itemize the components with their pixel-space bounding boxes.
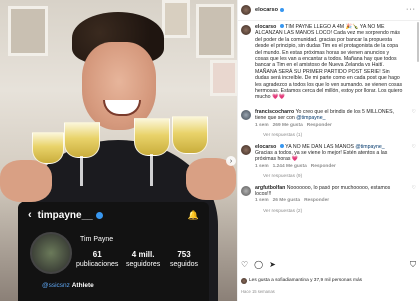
verified-icon	[279, 143, 284, 148]
left-hand	[0, 160, 52, 202]
comment: elocarso YA NO ME DAN LAS MANOS @timpayn…	[237, 142, 420, 173]
author-avatar[interactable]	[241, 5, 251, 15]
comment: franciscocharro Yo creo que el brindis d…	[237, 107, 420, 131]
comment-username[interactable]: argfutbolfan	[255, 185, 285, 191]
verified-icon	[280, 8, 285, 12]
comment: argfutbolfan Nooooooo, lo pasó por mucho…	[237, 183, 420, 207]
profile-card-avatar	[30, 232, 72, 274]
post-side-panel: elocarso ··· elocarso TIM PAYNE LLEGO A …	[237, 0, 420, 301]
comment-username[interactable]: franciscocharro	[255, 109, 294, 115]
comment-text: Gracias a todos, ya se viene lo mejor! E…	[255, 149, 388, 163]
profile-card-bio: @ssicsnz Athlete	[42, 282, 94, 289]
likes-summary[interactable]: Les gusta a sofiadiamantina y 37,9 mil p…	[241, 278, 362, 285]
comment-text: YA NO ME DAN LAS MANOS	[285, 143, 354, 150]
more-icon[interactable]: ···	[406, 6, 416, 13]
heart-icon[interactable]: ♡	[241, 260, 248, 269]
action-bar: ♡ ◯ ➤ ⛉	[241, 260, 416, 269]
view-replies-button[interactable]: Ver respuestas (1)	[263, 133, 420, 139]
bookmark-icon[interactable]: ⛉	[410, 260, 416, 269]
profile-stat: 61 publicaciones	[76, 250, 119, 268]
commenter-avatar[interactable]	[241, 185, 251, 196]
wine-glass	[134, 118, 170, 156]
bell-icon: 🔔	[187, 209, 199, 220]
commenter-avatar[interactable]	[241, 144, 251, 155]
scrollbar[interactable]	[417, 22, 419, 62]
commenter-avatar[interactable]	[241, 109, 251, 120]
author-username[interactable]: elocarso	[255, 7, 278, 13]
profile-stat: 4 mill. seguidores	[126, 250, 161, 268]
verified-icon	[95, 211, 103, 219]
wine-glass	[172, 116, 208, 154]
carousel-next-icon[interactable]: ›	[226, 156, 236, 166]
back-arrow-icon: ‹	[28, 209, 32, 221]
person-face	[82, 42, 156, 130]
reply-button[interactable]: Responder	[307, 123, 332, 128]
profile-card: ‹ timpayne__ 🔔 Tim Payne 61 publicaciones…	[18, 202, 209, 301]
caption: elocarso TIM PAYNE LLEGO A 4M 🎉🍾 YA NO M…	[237, 22, 420, 103]
heart-icon[interactable]: ♡	[412, 185, 416, 205]
post-header: elocarso ···	[237, 0, 420, 21]
profile-card-header: ‹ timpayne__ 🔔	[18, 202, 209, 228]
comment-meta: 1 sem 1.244 Me gusta Responder	[255, 163, 336, 169]
glass-stem	[80, 156, 83, 186]
wall-frame	[210, 60, 237, 96]
view-replies-button[interactable]: Ver respuestas (2)	[263, 209, 420, 215]
comment-meta: 1 sem 269 Me gusta Responder	[255, 122, 332, 128]
view-replies-button[interactable]: Ver respuestas (9)	[263, 174, 420, 180]
reply-button[interactable]: Responder	[304, 198, 329, 203]
comments-feed[interactable]: elocarso TIM PAYNE LLEGO A 4M 🎉🍾 YA NO M…	[237, 22, 420, 258]
wine-glass	[32, 132, 64, 164]
profile-card-username: timpayne__	[37, 209, 93, 221]
author-avatar[interactable]	[241, 25, 251, 35]
heart-icon[interactable]: ♡	[412, 144, 416, 171]
reply-button[interactable]: Responder	[311, 164, 336, 169]
comment-icon[interactable]: ◯	[254, 260, 263, 269]
glass-stem	[150, 154, 153, 186]
caption-text: TIM PAYNE LLEGO A 4M 🎉🍾 YA NO ME ALCANZA…	[255, 24, 403, 101]
wall-frame	[162, 0, 190, 38]
wall-frame	[196, 4, 234, 58]
profile-card-name: Tim Payne	[80, 236, 114, 243]
instagram-post: › ‹ timpayne__ 🔔 Tim Payne 61 publicacion…	[0, 0, 420, 301]
post-timestamp: Hace 15 semanas	[241, 289, 275, 294]
comment-mention[interactable]: @timpayne_	[355, 144, 384, 150]
post-photo[interactable]: › ‹ timpayne__ 🔔 Tim Payne 61 publicacion…	[0, 0, 237, 301]
profile-stat: 753 seguidos	[170, 250, 199, 268]
comment-username[interactable]: elocarso	[255, 144, 276, 150]
caption-username[interactable]: elocarso	[255, 24, 276, 30]
heart-icon[interactable]: ♡	[412, 109, 416, 129]
share-icon[interactable]: ➤	[269, 260, 276, 269]
verified-icon	[279, 24, 284, 28]
wine-glass	[64, 122, 100, 158]
comment-meta: 1 sem 26 Me gusta Responder	[255, 198, 330, 204]
comment-mention[interactable]: @timpayne_	[296, 115, 325, 121]
wall-frame	[8, 6, 48, 56]
liker-avatar	[241, 278, 247, 285]
